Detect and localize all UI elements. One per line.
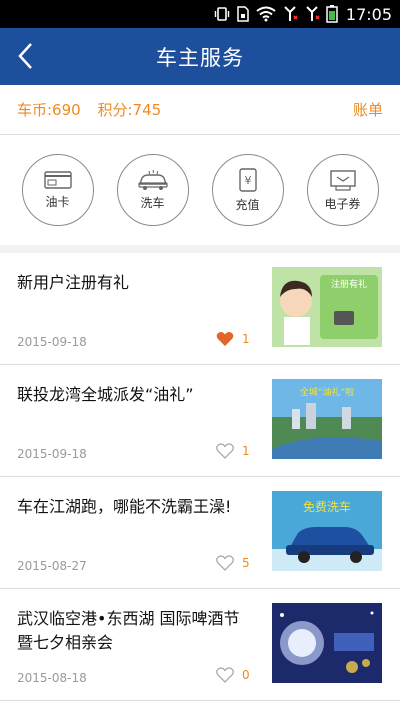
fuel-card-icon bbox=[43, 170, 72, 189]
article-title: 武汉临空港•东西湖 国际啤酒节暨七夕相亲会 bbox=[17, 609, 240, 652]
like-button[interactable]: 1 bbox=[216, 443, 250, 459]
like-button[interactable]: 1 bbox=[216, 331, 250, 347]
recharge-icon: ¥ bbox=[238, 167, 257, 192]
article-date: 2015-09-18 bbox=[17, 335, 87, 349]
page-title: 车主服务 bbox=[156, 45, 244, 70]
bill-link[interactable]: 账单 bbox=[353, 99, 383, 120]
list-item[interactable]: 武汉临空港•东西湖 国际啤酒节暨七夕相亲会 2015-08-18 0 bbox=[0, 589, 400, 701]
article-date: 2015-08-18 bbox=[17, 671, 87, 685]
sim-icon bbox=[236, 6, 250, 22]
signal-icon bbox=[304, 6, 320, 22]
article-title: 联投龙湾全城派发“油礼” bbox=[17, 385, 194, 404]
thumbnail-caption: 免费洗车 bbox=[303, 499, 351, 514]
heart-filled-icon bbox=[216, 332, 234, 346]
like-button[interactable]: 5 bbox=[216, 555, 250, 571]
article-list: 新用户注册有礼 2015-09-18 1 注册有礼 联投龙湾全城派发“油礼” 2… bbox=[0, 253, 400, 701]
vibrate-icon bbox=[214, 6, 230, 22]
service-label: 电子券 bbox=[324, 196, 361, 211]
e-coupon-button[interactable]: 电子券 bbox=[306, 154, 379, 226]
status-bar: 17:05 bbox=[0, 0, 400, 28]
like-button[interactable]: 0 bbox=[216, 667, 250, 683]
coin-balance: 车币:690 bbox=[17, 101, 81, 119]
article-thumbnail: 全城“油礼”啦 bbox=[272, 379, 382, 459]
heart-icon bbox=[216, 443, 234, 459]
article-thumbnail: 免费洗车 bbox=[272, 491, 382, 571]
chevron-left-icon bbox=[18, 43, 32, 69]
service-label: 油卡 bbox=[45, 194, 70, 209]
car-wash-button[interactable]: 洗车 bbox=[116, 154, 189, 226]
article-title: 车在江湖跑，哪能不洗霸王澡! bbox=[17, 497, 232, 516]
service-label: 洗车 bbox=[140, 195, 165, 210]
clock: 17:05 bbox=[345, 4, 392, 24]
battery-icon bbox=[326, 5, 338, 23]
article-title: 新用户注册有礼 bbox=[17, 273, 130, 292]
list-item[interactable]: 新用户注册有礼 2015-09-18 1 注册有礼 bbox=[0, 253, 400, 365]
article-thumbnail: 注册有礼 bbox=[272, 267, 382, 347]
fuel-card-button[interactable]: 油卡 bbox=[21, 154, 94, 226]
svg-text:¥: ¥ bbox=[244, 174, 251, 187]
points-balance: 积分:745 bbox=[97, 101, 162, 119]
article-date: 2015-08-27 bbox=[17, 559, 87, 573]
list-item[interactable]: 车在江湖跑，哪能不洗霸王澡! 2015-08-27 5 免费洗车 bbox=[0, 477, 400, 589]
article-date: 2015-09-18 bbox=[17, 447, 87, 461]
like-count: 1 bbox=[242, 332, 250, 346]
heart-icon bbox=[216, 667, 234, 683]
car-wash-icon bbox=[137, 169, 168, 190]
back-button[interactable] bbox=[10, 40, 40, 72]
title-bar: 车主服务 bbox=[0, 28, 400, 85]
signal-icon bbox=[282, 6, 298, 22]
like-count: 1 bbox=[242, 444, 250, 458]
heart-icon bbox=[216, 555, 234, 571]
thumbnail-caption: 全城“油礼”啦 bbox=[300, 386, 354, 398]
article-thumbnail bbox=[272, 603, 382, 683]
like-count: 0 bbox=[242, 668, 250, 682]
account-summary: 车币:690 积分:745 账单 bbox=[0, 85, 400, 135]
wifi-icon bbox=[256, 6, 276, 22]
recharge-button[interactable]: ¥ 充值 bbox=[211, 154, 284, 226]
thumbnail-caption: 注册有礼 bbox=[331, 278, 367, 290]
service-label: 充值 bbox=[235, 197, 260, 212]
e-coupon-icon bbox=[329, 169, 356, 191]
like-count: 5 bbox=[242, 556, 250, 570]
service-grid: 油卡 洗车 ¥ 充值 电子券 bbox=[0, 135, 400, 253]
list-item[interactable]: 联投龙湾全城派发“油礼” 2015-09-18 1 全城“油礼”啦 bbox=[0, 365, 400, 477]
